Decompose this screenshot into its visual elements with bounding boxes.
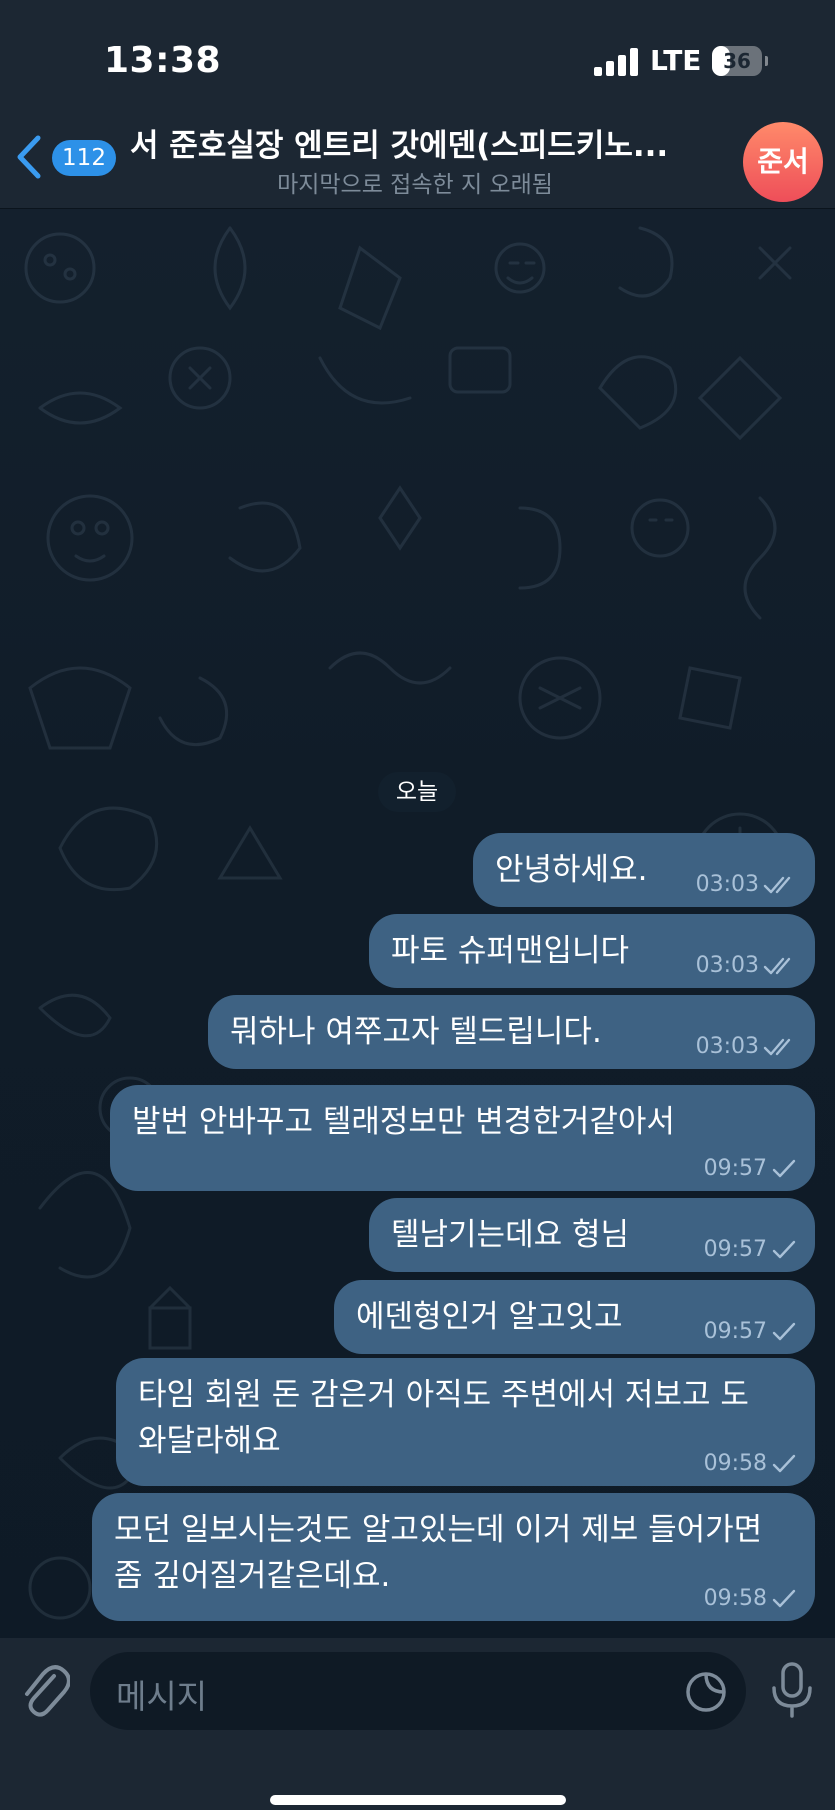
battery-level: 36: [723, 49, 751, 73]
message-time: 09:57: [703, 1156, 767, 1181]
status-time: 13:38: [104, 40, 222, 81]
message-time: 09:57: [703, 1319, 767, 1344]
single-check-icon: [772, 1240, 796, 1258]
back-chevron-icon: [17, 135, 41, 179]
message-time: 09:57: [703, 1237, 767, 1262]
message-time: 09:58: [703, 1451, 767, 1476]
microphone-icon[interactable]: [768, 1660, 816, 1720]
message-time: 09:58: [703, 1586, 767, 1611]
single-check-icon: [772, 1454, 796, 1472]
signal-icon: [594, 48, 638, 76]
single-check-icon: [772, 1159, 796, 1177]
double-check-icon: [763, 1038, 791, 1055]
date-separator: 오늘: [378, 772, 456, 812]
unread-count-badge: 112: [52, 140, 116, 176]
message-bubble[interactable]: 뭐하나 여쭈고자 텔드립니다. 03:03: [208, 995, 815, 1069]
chat-screen: 13:38 LTE 36 112 서 준호실장 엔트리 갓에덴(스피드키노...…: [0, 0, 835, 1810]
single-check-icon: [772, 1589, 796, 1607]
message-bubble[interactable]: 안녕하세요. 03:03: [473, 833, 815, 907]
chat-header: 112 서 준호실장 엔트리 갓에덴(스피드키노... 마지막으로 접속한 지 …: [0, 110, 835, 209]
message-bubble[interactable]: 타임 회원 돈 감은거 아직도 주변에서 저보고 도와달라해요 09:58: [116, 1358, 815, 1486]
chat-title[interactable]: 서 준호실장 엔트리 갓에덴(스피드키노...: [130, 120, 720, 165]
paperclip-icon[interactable]: [20, 1664, 70, 1720]
message-meta: 03:03: [696, 953, 797, 978]
network-type: LTE: [650, 44, 702, 77]
message-meta: 03:03: [696, 872, 797, 897]
message-meta: 09:57: [704, 1156, 797, 1181]
sticker-icon[interactable]: [684, 1670, 728, 1714]
chat-last-seen: 마지막으로 접속한 지 오래됨: [277, 172, 553, 198]
message-meta: 03:03: [696, 1034, 797, 1059]
back-button[interactable]: 112: [14, 132, 118, 182]
double-check-icon: [763, 876, 791, 893]
message-time: 03:03: [695, 1034, 759, 1059]
status-bar: 13:38 LTE 36: [0, 0, 835, 110]
message-composer: 메시지: [0, 1638, 835, 1810]
avatar[interactable]: 준서: [743, 122, 823, 202]
message-text: 타임 회원 돈 감은거 아직도 주변에서 저보고 도와달라해요: [138, 1377, 749, 1459]
message-bubble[interactable]: 텔남기는데요 형님 09:57: [369, 1198, 815, 1272]
message-input[interactable]: 메시지: [90, 1652, 746, 1730]
message-meta: 09:58: [704, 1586, 797, 1611]
message-text: 발번 안바꾸고 텔래정보만 변경한거같아서: [132, 1104, 675, 1140]
message-bubble[interactable]: 모던 일보시는것도 알고있는데 이거 제보 들어가면 좀 깊어질거같은데요. 0…: [92, 1493, 815, 1621]
message-bubble[interactable]: 발번 안바꾸고 텔래정보만 변경한거같아서 09:57: [110, 1085, 815, 1191]
battery-icon: 36: [712, 46, 762, 76]
message-meta: 09:58: [704, 1451, 797, 1476]
message-meta: 09:57: [704, 1319, 797, 1344]
message-time: 03:03: [695, 953, 759, 978]
single-check-icon: [772, 1322, 796, 1340]
message-bubble[interactable]: 파토 슈퍼맨입니다 03:03: [369, 914, 815, 988]
message-text: 모던 일보시는것도 알고있는데 이거 제보 들어가면 좀 깊어질거같은데요.: [114, 1512, 763, 1594]
message-placeholder: 메시지: [116, 1677, 208, 1716]
home-indicator[interactable]: [270, 1795, 566, 1805]
message-bubble[interactable]: 에덴형인거 알고잇고 09:57: [334, 1280, 815, 1354]
battery-tip: [765, 56, 768, 66]
message-time: 03:03: [695, 872, 759, 897]
message-meta: 09:57: [704, 1237, 797, 1262]
double-check-icon: [763, 957, 791, 974]
